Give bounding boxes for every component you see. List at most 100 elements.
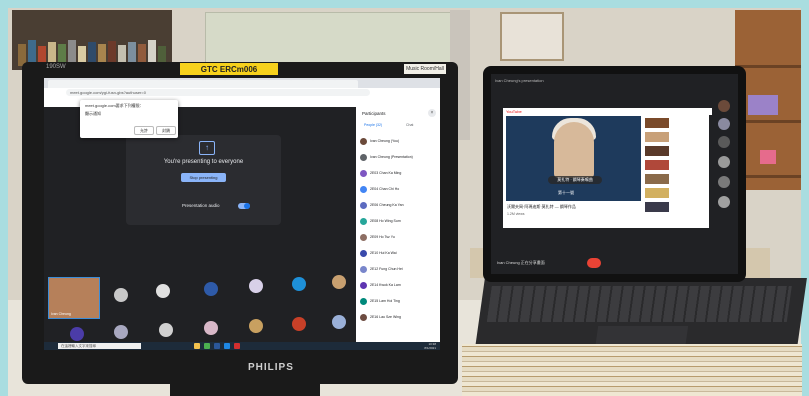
close-icon[interactable]: × [428,109,436,117]
participant-row[interactable]: 2E08 Ho Wing Sum [360,217,438,227]
avatar[interactable] [718,196,730,208]
participant-avatar[interactable] [292,317,306,331]
camera-tile[interactable]: Ivan Cheung [48,277,100,319]
avatar [360,266,367,273]
participant-avatar[interactable] [70,327,84,341]
browser-tab[interactable] [224,80,248,88]
room-sticker: Music Room/Hall [404,64,446,74]
browser-tab[interactable] [180,80,204,88]
tablet-presenter-label: Ivan Cheung 正在分享畫面 [497,260,545,265]
avatar[interactable] [718,176,730,188]
avatar[interactable] [718,156,730,168]
youtube-window: YouTube 莫扎特 · 鋼琴奏鳴曲 第十一號 沃爾夫岡·阿瑪迪斯·莫扎特 —… [503,108,712,228]
popup-permission: 顯示通知 [85,111,101,116]
word-icon[interactable] [214,343,220,349]
taskbar-search-input[interactable]: 在這裡輸入文字來搜尋 [58,343,141,349]
avatar [360,154,367,161]
avatar[interactable] [718,136,730,148]
participant-row[interactable]: 2E10 Hui Ka Wai [360,249,438,259]
presentation-audio-toggle[interactable] [238,203,250,209]
tablet-meet-controls: Ivan Cheung 正在分享畫面 [491,254,738,274]
browser-tab[interactable] [70,80,94,88]
browser-tab[interactable] [202,80,226,88]
end-call-button[interactable] [587,258,601,268]
allow-button[interactable]: 允許 [134,126,154,135]
presentation-audio-label: Presentation audio [182,203,220,208]
brand-logo: PHILIPS [248,362,294,373]
windows-taskbar: 在這裡輸入文字來搜尋 10:38 8/1/2021 [44,342,440,350]
browser-tab[interactable] [268,80,292,88]
meet-stage: ↑ You're presenting to everyone Stop pre… [44,107,356,350]
participant-row[interactable]: 2E12 Fung Chun Hei [360,265,438,275]
participant-avatar[interactable] [159,323,173,337]
tablet-keyboard [475,278,807,348]
participant-row[interactable]: 2E15 Lam Hoi Ting [360,297,438,307]
browser-tab-bar [44,78,440,88]
chrome-icon[interactable] [204,343,210,349]
avatar [360,314,367,321]
browser-tab[interactable] [290,80,314,88]
permission-popup: meet.google.com要求下列權限： 顯示通知 允許 封鎖 [80,100,178,138]
video-subcaption: 第十一號 [558,190,574,195]
folder-icon[interactable] [194,343,200,349]
avatar [360,250,367,257]
address-bar[interactable]: meet.google.com/ygi-fusn-gbs?authuser=0 [66,89,370,96]
participant-row[interactable]: 2E14 Kwok Ka Lam [360,281,438,291]
clock-date: 8/1/2021 [424,346,436,350]
avatar[interactable] [718,100,730,112]
avatar[interactable] [718,118,730,130]
browser-tab[interactable] [92,80,116,88]
recommended-thumbnail[interactable] [645,202,669,212]
recommended-thumbnail[interactable] [645,188,669,198]
browser-tab[interactable] [48,80,72,88]
participant-avatar[interactable] [114,288,128,302]
participant-avatar[interactable] [249,319,263,333]
presenting-card: ↑ You're presenting to everyone Stop pre… [126,135,281,225]
tab-people[interactable]: People (32) [364,123,382,127]
participant-avatar[interactable] [114,325,128,339]
camera-tile-name: Ivan Cheung [51,312,71,316]
stop-presenting-button[interactable]: Stop presenting [181,173,226,182]
participant-avatar[interactable] [332,315,346,329]
participant-row[interactable]: 2E03 Chan Ka Ming [360,169,438,179]
recommended-thumbnail[interactable] [645,174,669,184]
tablet-screen: Ivan Cheung's presentation YouTube 莫扎特 ·… [491,74,738,274]
participant-avatar[interactable] [204,282,218,296]
recommended-thumbnail[interactable] [645,160,669,170]
avatar [360,170,367,177]
edge-icon[interactable] [224,343,230,349]
participant-avatar[interactable] [332,275,346,289]
browser-tab[interactable] [158,80,182,88]
participant-row[interactable]: Ivan Cheung (Presentation) [360,153,438,163]
participant-avatar[interactable] [249,279,263,293]
video-title[interactable]: 沃爾夫岡·阿瑪迪斯·莫扎特 — 鋼琴作品 [507,204,576,210]
browser-tab[interactable] [136,80,160,88]
participant-row[interactable]: 2E09 Ho Tsz Yu [360,233,438,243]
tab-chat[interactable]: Chat [406,123,413,127]
recommended-thumbnail[interactable] [645,132,669,142]
monitor-screen: meet.google.com/ygi-fusn-gbs?authuser=0 … [44,78,440,350]
recommended-thumbnail[interactable] [645,118,669,128]
browser-tab[interactable] [246,80,270,88]
presenting-message: You're presenting to everyone [163,159,244,165]
participant-row[interactable]: 2E04 Chan Chi Ho [360,185,438,195]
participant-row[interactable]: Ivan Cheung (You) [360,137,438,147]
participant-avatar[interactable] [292,277,306,291]
video-caption: 莫扎特 · 鋼琴奏鳴曲 [548,176,602,184]
photo-scene: 190SW GTC ERCm006 Music Room/Hall meet.g… [0,0,809,396]
popup-title: meet.google.com要求下列權限： [85,103,144,108]
browser-tab[interactable] [334,80,358,88]
browser-tab[interactable] [114,80,138,88]
block-button[interactable]: 封鎖 [156,126,176,135]
participant-avatar[interactable] [204,321,218,335]
recommended-thumbnail[interactable] [645,146,669,156]
avatar [360,298,367,305]
monitor: 190SW GTC ERCm006 Music Room/Hall meet.g… [22,62,458,384]
avatar [360,234,367,241]
participant-avatar[interactable] [156,284,170,298]
participant-row[interactable]: 2E06 Cheung Ka Yan [360,201,438,211]
video-player[interactable]: 莫扎特 · 鋼琴奏鳴曲 第十一號 [506,116,641,201]
pdf-icon[interactable] [234,343,240,349]
browser-tab[interactable] [312,80,336,88]
participant-row[interactable]: 2E16 Lau Sze Wing [360,313,438,323]
